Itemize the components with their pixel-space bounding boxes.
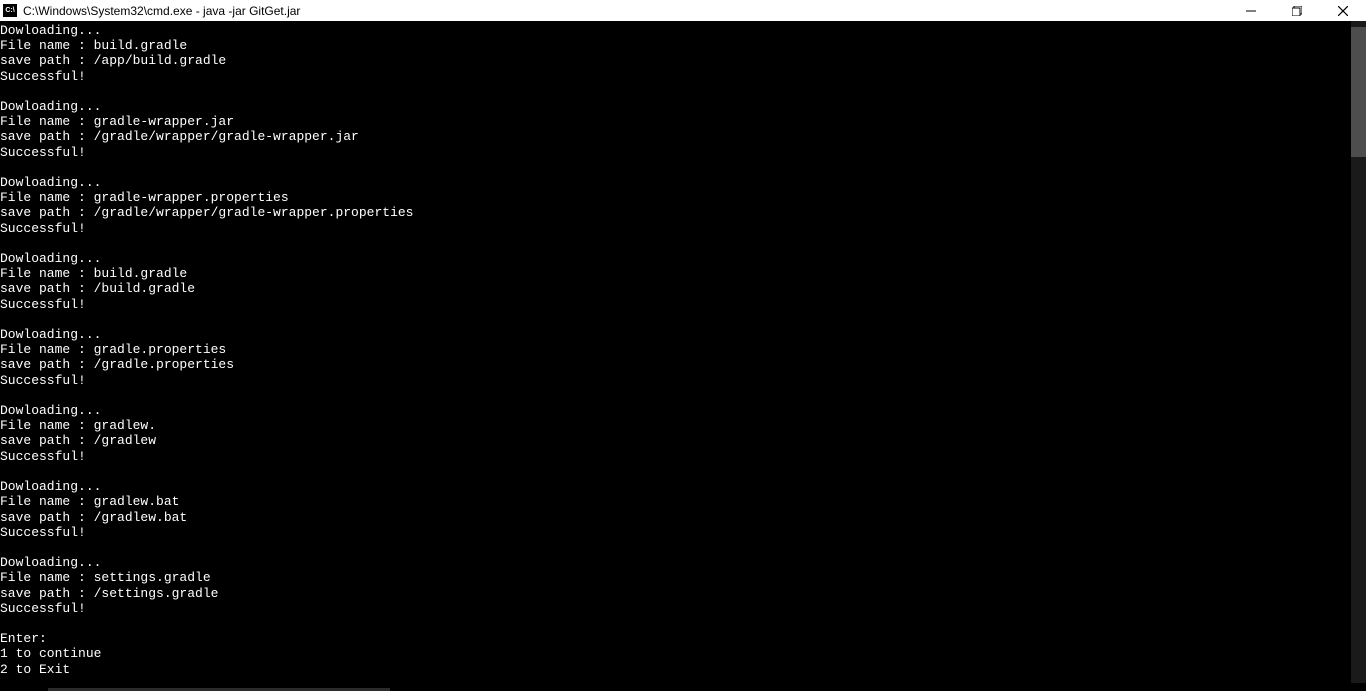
bottom-border [0, 683, 1366, 691]
console-output[interactable]: Dowloading... File name : build.gradle s… [0, 21, 1366, 691]
scrollbar-thumb[interactable] [1351, 27, 1366, 157]
window-title: C:\Windows\System32\cmd.exe - java -jar … [23, 4, 300, 18]
minimize-icon [1246, 6, 1256, 16]
cmd-icon: C:\ [3, 4, 17, 17]
maximize-icon [1292, 6, 1302, 16]
window-controls [1228, 0, 1366, 21]
scrollbar-track[interactable] [1351, 21, 1366, 691]
close-icon [1338, 6, 1348, 16]
maximize-button[interactable] [1274, 0, 1320, 21]
vertical-scrollbar[interactable] [1351, 21, 1366, 691]
close-button[interactable] [1320, 0, 1366, 21]
minimize-button[interactable] [1228, 0, 1274, 21]
console-content: Dowloading... File name : build.gradle s… [0, 21, 1366, 677]
titlebar[interactable]: C:\ C:\Windows\System32\cmd.exe - java -… [0, 0, 1366, 21]
